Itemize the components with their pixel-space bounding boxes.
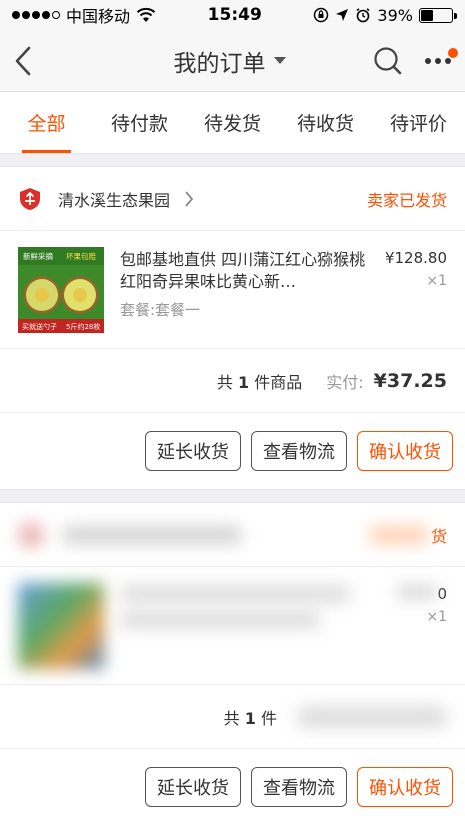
order-item[interactable]: 新鲜采摘 坏果包赔 买就送勺子 5斤约28枚 包邮基地直供 四川蒲江红心猕猴桃 … (0, 231, 465, 349)
product-thumbnail (18, 583, 104, 669)
tab-pending-payment[interactable]: 待付款 (93, 92, 186, 153)
order-status: 货 (368, 523, 447, 547)
page-title: 我的订单 (173, 50, 266, 77)
order-total: 共 1 件 (0, 685, 465, 749)
item-price-col: ¥128.80 ×1 (377, 249, 447, 334)
status-right: 39% (313, 5, 457, 25)
order-total: 共 1 件商品 实付: ¥37.25 (0, 349, 465, 413)
view-logistics-button[interactable]: 查看物流 (251, 431, 347, 471)
battery-icon (418, 7, 457, 23)
thumb-text-1: 新鲜采摘 (23, 251, 53, 261)
shop-header[interactable]: 货 (0, 503, 465, 567)
order-actions: 延长收货 查看物流 确认收货 (0, 749, 465, 825)
notification-badge (448, 47, 458, 58)
item-count: 共 1 件 (224, 705, 277, 729)
item-spec: 套餐:套餐一 (120, 301, 201, 319)
order-card: 货 0 ×1 共 1 件 延长收货 查看物流 确认收货 (0, 502, 465, 825)
page-title-dropdown[interactable]: 我的订单 (174, 44, 286, 78)
status-time: 15:49 (207, 5, 262, 25)
item-price: ¥128.80 (384, 249, 447, 267)
extend-receipt-button[interactable]: 延长收货 (145, 431, 241, 471)
shop-icon (20, 187, 40, 210)
paid-label: 实付: (326, 372, 364, 392)
more-icon-dot (445, 57, 451, 64)
item-info: 包邮基地直供 四川蒲江红心猕猴桃 红阳奇异果味比黄心新… 套餐:套餐一 (120, 249, 377, 334)
nav-bar: 我的订单 (0, 30, 465, 92)
order-status-text: 货 (430, 526, 447, 546)
more-button[interactable] (425, 47, 458, 64)
tab-pending-receipt[interactable]: 待收货 (279, 92, 372, 153)
location-icon (336, 9, 349, 21)
item-count-number: 1 (238, 372, 250, 392)
order-tabs: 全部 待付款 待发货 待收货 待评价 (0, 92, 465, 154)
extend-receipt-button[interactable]: 延长收货 (145, 767, 241, 807)
chevron-left-icon (15, 46, 31, 75)
confirm-receipt-button[interactable]: 确认收货 (357, 767, 453, 807)
item-count-prefix: 共 (216, 372, 233, 392)
tab-pending-shipment[interactable]: 待发货 (186, 92, 279, 153)
wifi-icon (136, 7, 156, 22)
orientation-lock-icon (314, 7, 329, 23)
item-title: 包邮基地直供 四川蒲江红心猕猴桃 红阳奇异果味比黄心新… (120, 250, 366, 291)
product-thumbnail: 新鲜采摘 坏果包赔 买就送勺子 5斤约28枚 (18, 247, 104, 333)
battery-percent: 39% (377, 5, 413, 25)
item-quantity: ×1 (426, 609, 447, 625)
status-bar: 中国移动 15:49 39% (0, 0, 465, 30)
shop-name: 清水溪生态果园 (58, 190, 171, 210)
search-icon[interactable] (373, 46, 403, 76)
caret-down-icon (273, 57, 286, 64)
blurred-title-line (120, 585, 350, 603)
blurred-status (368, 525, 429, 544)
thumb-text-3: 买就送勺子 (22, 322, 57, 331)
item-quantity: ×1 (426, 273, 447, 289)
item-count-suffix: 件 (260, 708, 277, 728)
view-logistics-button[interactable]: 查看物流 (251, 767, 347, 807)
carrier-label: 中国移动 (66, 7, 131, 26)
back-button[interactable] (14, 41, 48, 81)
more-icon-dot (435, 57, 441, 64)
more-icon-dot (425, 57, 431, 64)
blurred-paid-amount (297, 705, 447, 728)
item-count: 共 1 件商品 (217, 369, 302, 393)
item-info (120, 585, 377, 670)
battery-fill (420, 9, 433, 21)
order-item[interactable]: 0 ×1 (0, 567, 465, 685)
thumb-text-4: 5斤约28枚 (66, 322, 100, 331)
item-count-number: 1 (244, 708, 256, 728)
item-count-suffix: 件商品 (254, 372, 303, 392)
paid-amount: ¥37.25 (373, 369, 447, 392)
item-price: 0 (377, 585, 447, 603)
nav-actions (373, 46, 458, 76)
item-price-col: 0 ×1 (377, 585, 447, 670)
blurred-title-line (120, 611, 320, 629)
tab-all[interactable]: 全部 (0, 92, 93, 153)
order-actions: 延长收货 查看物流 确认收货 (0, 413, 465, 489)
confirm-receipt-button[interactable]: 确认收货 (357, 431, 453, 471)
blurred-shop-icon (18, 521, 44, 548)
blurred-price (397, 585, 438, 599)
item-count-prefix: 共 (223, 708, 240, 728)
chevron-right-icon (185, 190, 194, 207)
status-left: 中国移动 (12, 3, 156, 27)
order-card: 清水溪生态果园 卖家已发货 新鲜采摘 坏果包赔 买就送勺子 5斤约28枚 包邮基… (0, 166, 465, 490)
alarm-icon (356, 8, 370, 23)
thumb-text-2: 坏果包赔 (66, 251, 96, 261)
shop-header[interactable]: 清水溪生态果园 卖家已发货 (0, 167, 465, 231)
tab-pending-review[interactable]: 待评价 (372, 92, 465, 153)
signal-icon (12, 11, 60, 19)
order-status: 卖家已发货 (366, 190, 447, 210)
item-price-text: 0 (437, 585, 447, 603)
blurred-shop-name (62, 525, 242, 544)
